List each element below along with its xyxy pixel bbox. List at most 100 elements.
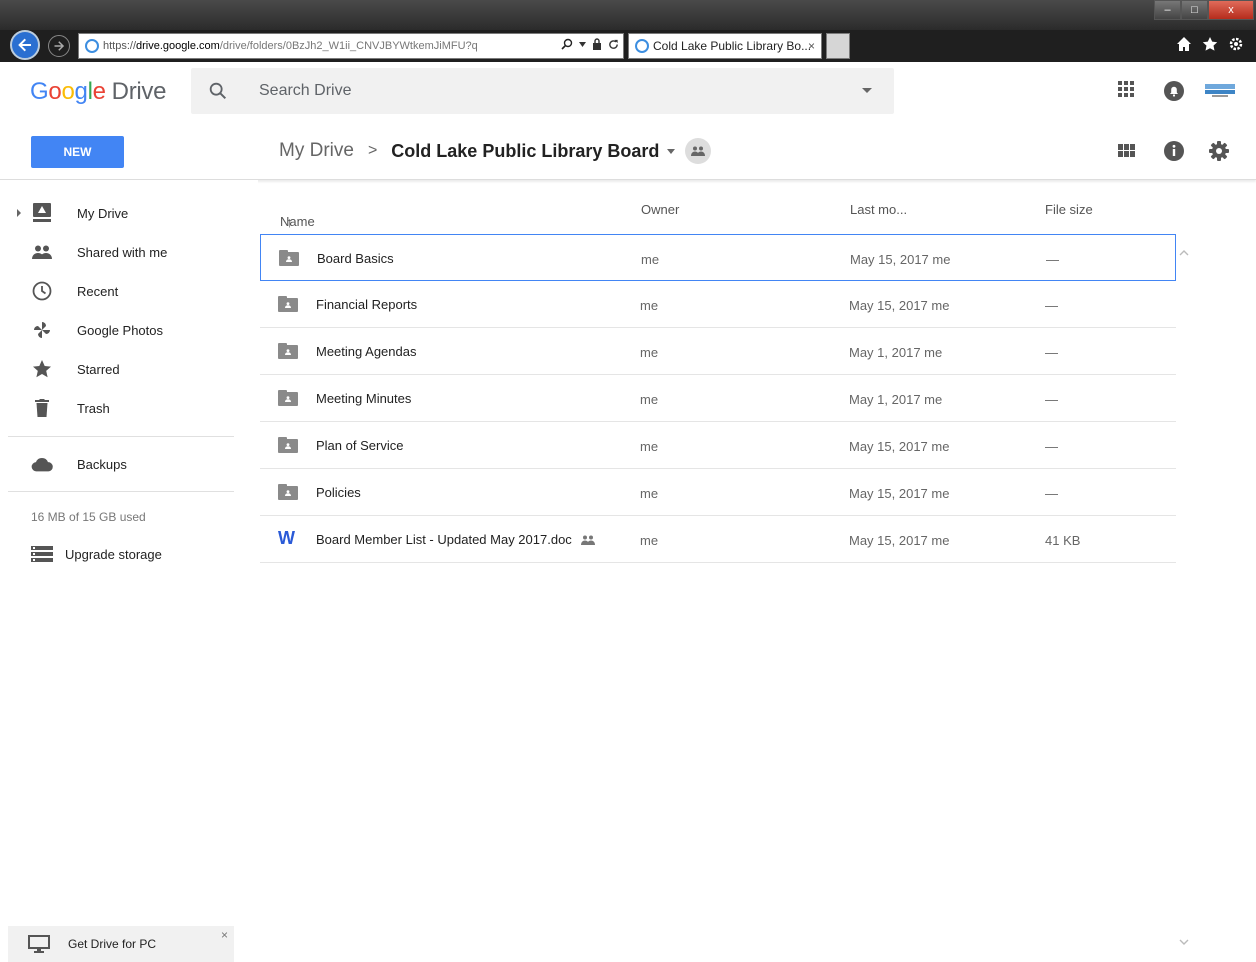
notifications-bell-icon[interactable]	[1163, 80, 1185, 102]
breadcrumb-my-drive[interactable]: My Drive	[279, 140, 354, 162]
file-list-header: Name ↑ Owner Last mo... File size	[260, 190, 1176, 230]
browser-toolbar-right	[1176, 36, 1244, 52]
new-button[interactable]: NEW	[31, 136, 124, 168]
folder-menu-dropdown-icon[interactable]	[667, 148, 676, 154]
url-scheme: https://	[103, 40, 137, 52]
file-owner: me	[640, 439, 659, 454]
logo-letter: G	[30, 78, 49, 105]
shared-people-icon	[691, 146, 706, 156]
sidebar-item-my-drive[interactable]: My Drive	[0, 195, 258, 231]
forward-button[interactable]	[48, 35, 70, 57]
breadcrumb-current-folder[interactable]: Cold Lake Public Library Board	[391, 141, 659, 162]
desktop-monitor-icon	[28, 935, 50, 953]
breadcrumb: My Drive > Cold Lake Public Library Boar…	[279, 138, 712, 164]
storage-bars-icon	[31, 546, 53, 562]
scroll-up-chevron-icon[interactable]	[1178, 247, 1190, 259]
gear-icon[interactable]	[1228, 36, 1244, 52]
table-row[interactable]: W Board Member List - Updated May 2017.d…	[260, 516, 1176, 563]
sidebar-item-google-photos[interactable]: Google Photos	[0, 312, 258, 348]
file-size: —	[1045, 345, 1058, 360]
file-name: Board Basics	[317, 251, 394, 266]
clock-icon	[31, 280, 53, 302]
column-file-size-header[interactable]: File size	[1045, 202, 1093, 217]
file-owner: me	[640, 345, 659, 360]
trash-icon	[31, 397, 53, 419]
search-icon[interactable]	[561, 38, 573, 50]
logo-letter: o	[61, 78, 75, 105]
logo-letter: e	[92, 78, 106, 105]
sidebar-item-label: Backups	[77, 456, 127, 472]
sidebar-item-starred[interactable]: Starred	[0, 351, 258, 387]
shared-people-icon	[31, 241, 53, 263]
restore-button[interactable]: □	[1181, 0, 1208, 20]
google-drive-logo[interactable]: Google Drive	[30, 78, 166, 106]
upgrade-storage-link[interactable]: Upgrade storage	[31, 546, 162, 562]
table-row[interactable]: Financial Reports me May 15, 2017 me —	[260, 281, 1176, 328]
table-row[interactable]: Board Basics me May 15, 2017 me —	[260, 234, 1176, 281]
scroll-down-chevron-icon[interactable]	[1178, 936, 1190, 948]
settings-gear-icon[interactable]	[1208, 140, 1230, 162]
browser-tab-active[interactable]: Cold Lake Public Library Bo... ×	[628, 33, 822, 59]
sidebar-item-trash[interactable]: Trash	[0, 390, 258, 426]
table-row[interactable]: Plan of Service me May 15, 2017 me —	[260, 422, 1176, 469]
sort-ascending-icon[interactable]: ↑	[286, 214, 293, 230]
back-arrow-icon	[18, 38, 31, 52]
logo-letter: g	[74, 78, 88, 105]
shared-people-icon	[580, 535, 595, 545]
product-name: Drive	[111, 78, 167, 105]
grid-view-icon[interactable]	[1118, 144, 1136, 158]
file-last-modified: May 15, 2017 me	[850, 252, 951, 267]
home-icon[interactable]	[1176, 36, 1192, 52]
expand-arrow-icon[interactable]	[17, 209, 21, 217]
favorites-star-icon[interactable]	[1202, 36, 1218, 52]
dropdown-arrow-icon[interactable]	[579, 41, 586, 47]
file-name: Meeting Minutes	[316, 391, 412, 406]
file-size: —	[1045, 486, 1058, 501]
table-row[interactable]: Meeting Agendas me May 1, 2017 me —	[260, 328, 1176, 375]
forward-arrow-icon	[54, 41, 65, 51]
file-size: —	[1045, 439, 1058, 454]
search-options-dropdown-icon[interactable]	[862, 88, 872, 93]
file-size: —	[1045, 392, 1058, 407]
sidebar-item-recent[interactable]: Recent	[0, 273, 258, 309]
close-window-button[interactable]: x	[1208, 0, 1254, 20]
sidebar-item-backups[interactable]: Backups	[0, 446, 258, 482]
address-bar[interactable]: https:// drive.google.com /drive/folders…	[78, 33, 624, 59]
close-promo-button[interactable]: ×	[221, 928, 228, 942]
refresh-icon[interactable]	[608, 39, 619, 50]
drive-header: Google Drive	[0, 62, 1256, 122]
tab-close-button[interactable]: ×	[808, 39, 815, 53]
sidebar-item-label: Google Photos	[77, 322, 164, 338]
file-name: Meeting Agendas	[316, 344, 417, 359]
details-info-icon[interactable]	[1163, 140, 1185, 162]
upgrade-storage-label: Upgrade storage	[65, 546, 162, 562]
file-last-modified: May 1, 2017 me	[849, 392, 943, 407]
table-row[interactable]: Meeting Minutes me May 1, 2017 me —	[260, 375, 1176, 422]
lock-icon[interactable]	[592, 38, 602, 50]
ie-tab-icon	[635, 39, 649, 53]
search-icon[interactable]	[207, 80, 229, 102]
account-avatar-icon[interactable]	[1204, 82, 1236, 100]
apps-grid-icon[interactable]	[1117, 80, 1135, 98]
file-name: Financial Reports	[316, 297, 418, 312]
minimize-button[interactable]: –	[1154, 0, 1181, 20]
photos-pinwheel-icon	[31, 319, 53, 341]
url-path: /drive/folders/0BzJh2_W1ii_CNVJBYWtkemJi…	[219, 40, 478, 52]
file-owner: me	[640, 392, 659, 407]
sidebar-divider	[8, 491, 234, 492]
column-owner-header[interactable]: Owner	[641, 202, 679, 217]
get-drive-for-pc-promo[interactable]: Get Drive for PC ×	[8, 926, 234, 962]
search-box	[191, 68, 894, 114]
sidebar-item-label: Starred	[77, 361, 120, 377]
back-button[interactable]	[10, 30, 40, 60]
shared-folder-badge[interactable]	[685, 138, 712, 164]
new-tab-button[interactable]	[826, 33, 850, 59]
column-last-modified-header[interactable]: Last mo...	[850, 202, 907, 217]
file-name: Board Member List - Updated May 2017.doc	[316, 532, 572, 547]
sidebar-item-label: Shared with me	[77, 244, 168, 260]
search-input[interactable]	[259, 82, 839, 100]
file-last-modified: May 15, 2017 me	[849, 533, 950, 548]
storage-usage-text: 16 MB of 15 GB used	[31, 510, 146, 524]
table-row[interactable]: Policies me May 15, 2017 me —	[260, 469, 1176, 516]
sidebar-item-shared-with-me[interactable]: Shared with me	[0, 234, 258, 270]
